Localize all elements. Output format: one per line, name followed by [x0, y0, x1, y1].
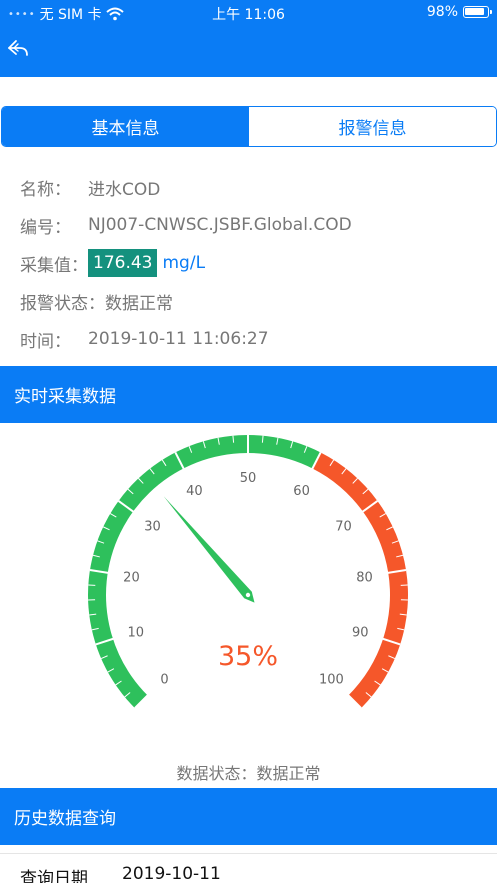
gauge-tick-label: 80	[356, 571, 373, 586]
battery-percent: 98%	[426, 4, 458, 20]
gauge-chart: 0 10 20 30 40 50 60 70 80 90 100 35%	[87, 435, 408, 709]
name-value: 进水COD	[88, 179, 161, 200]
time-value: 2019-10-11 11:06:27	[88, 329, 269, 349]
collect-unit: mg/L	[162, 253, 206, 273]
code-label: 编号：	[20, 217, 71, 238]
gauge-tick-label: 70	[335, 520, 352, 535]
gauge-hub	[245, 592, 251, 598]
gauge-tick-label: 50	[240, 471, 257, 486]
info-row-time: 时间： 2019-10-11 11:06:27	[20, 320, 352, 358]
nav-bar	[0, 26, 497, 77]
back-arrow-icon[interactable]	[6, 36, 32, 62]
info-row-collect: 采集值： 176.43 mg/L	[20, 244, 352, 282]
status-time: 上午 11:06	[212, 7, 285, 23]
status-bar: •••• 无 SIM 卡 上午 11:06 98%	[0, 0, 497, 26]
gauge-tick-label: 40	[186, 484, 203, 499]
gauge-tick-label: 10	[128, 625, 145, 640]
collect-value: 176.43	[88, 249, 158, 277]
info-panel: 名称： 进水COD 编号： NJ007-CNWSC.JSBF.Global.CO…	[20, 168, 352, 358]
alarm-label: 报警状态：	[20, 293, 105, 314]
info-row-name: 名称： 进水COD	[20, 168, 352, 206]
gauge-tick-label: 30	[144, 520, 161, 535]
realtime-header: 实时采集数据	[0, 366, 497, 423]
alarm-value: 数据正常	[105, 293, 173, 314]
info-row-code: 编号： NJ007-CNWSC.JSBF.Global.COD	[20, 206, 352, 244]
gauge-value-text: 35%	[218, 641, 278, 672]
gauge-tick-label: 20	[123, 571, 140, 586]
info-tabs: 基本信息 报警信息	[1, 106, 497, 147]
gauge-tick-label: 100	[319, 672, 344, 687]
status-right: 98%	[426, 4, 492, 20]
tab-alarm-info[interactable]: 报警信息	[249, 107, 496, 146]
info-row-alarm: 报警状态： 数据正常	[20, 282, 352, 320]
gauge-minor-tick	[232, 435, 235, 443]
code-value: NJ007-CNWSC.JSBF.Global.COD	[88, 215, 352, 235]
divider	[0, 853, 497, 854]
query-date-label: 查询日期	[20, 869, 88, 883]
history-header: 历史数据查询	[0, 788, 497, 845]
name-label: 名称：	[20, 179, 71, 200]
gauge-tick-label: 0	[160, 672, 168, 687]
time-label: 时间：	[20, 331, 71, 352]
battery-icon	[463, 6, 492, 18]
gauge-status: 数据状态：数据正常	[176, 764, 321, 783]
tab-basic-info[interactable]: 基本信息	[2, 107, 249, 146]
collect-label: 采集值：	[20, 255, 88, 276]
gauge-tick-label: 90	[352, 625, 369, 640]
gauge-tick-label: 60	[293, 484, 310, 499]
gauge-needle	[163, 496, 255, 603]
query-date-row[interactable]: 查询日期 2019-10-11	[20, 864, 221, 883]
gauge-minor-tick	[261, 435, 264, 443]
query-date-value[interactable]: 2019-10-11	[122, 864, 221, 883]
